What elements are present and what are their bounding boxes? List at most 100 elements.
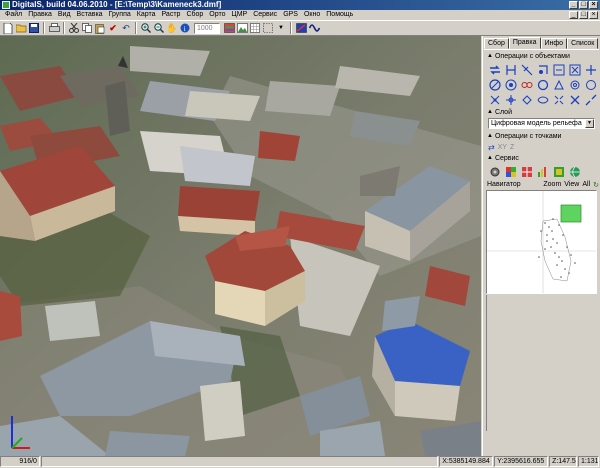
side-panel: Сбор Правка Инфо Список ▲ Операции с объ… (482, 36, 600, 456)
mdi-restore-button[interactable]: □ (579, 11, 588, 19)
menu-ortho[interactable]: Орто (206, 10, 228, 20)
node-move-icon[interactable] (504, 93, 517, 106)
toolbar-separator (290, 22, 292, 34)
zoom-input[interactable]: 1000 (194, 22, 220, 34)
circle-tool-icon[interactable] (488, 78, 501, 91)
join-icon[interactable] (552, 93, 565, 106)
color-grid-icon[interactable] (520, 165, 533, 178)
new-icon[interactable] (2, 22, 14, 34)
rotate-icon[interactable] (536, 63, 549, 76)
node-delete-icon[interactable] (520, 93, 533, 106)
histogram-icon[interactable] (536, 165, 549, 178)
save-icon[interactable] (28, 22, 40, 34)
menu-insert[interactable]: Вставка (74, 10, 106, 20)
merge-icon[interactable] (552, 63, 565, 76)
cut-icon[interactable] (68, 22, 80, 34)
menu-map[interactable]: Карта (134, 10, 159, 20)
layer-section-title[interactable]: ▲ Слой (484, 108, 599, 117)
polygon-icon[interactable] (552, 78, 565, 91)
maximize-button[interactable]: □ (579, 1, 588, 9)
open-icon[interactable] (15, 22, 27, 34)
tab-info[interactable]: Инфо (540, 38, 568, 49)
point-xy-icon[interactable]: XY (498, 144, 507, 151)
tab-collect[interactable]: Сбор (484, 38, 509, 49)
cross-icon[interactable] (568, 93, 581, 106)
svg-text:i: i (184, 25, 186, 33)
status-y-coordinate: Y:2395616.655 (494, 456, 549, 467)
menu-dem[interactable]: ЦМР (229, 10, 251, 20)
menu-window[interactable]: Окно (301, 10, 323, 20)
layer-select[interactable]: Цифровая модель рельефа ▼ (488, 118, 595, 129)
flag-icon[interactable] (295, 22, 307, 34)
square-tool-icon[interactable] (584, 78, 597, 91)
break-icon[interactable] (584, 93, 597, 106)
move-icon[interactable] (488, 63, 501, 76)
node-add-icon[interactable] (488, 93, 501, 106)
gear-icon[interactable] (488, 165, 501, 178)
service-section-title[interactable]: ▲ Сервис (484, 154, 599, 163)
print-icon[interactable] (48, 22, 60, 34)
offset-icon[interactable] (568, 78, 581, 91)
menu-file[interactable]: Файл (2, 10, 25, 20)
mdi-minimize-button[interactable]: _ (569, 11, 578, 19)
reverse-icon[interactable] (536, 93, 549, 106)
menu-service[interactable]: Сервис (250, 10, 280, 20)
tab-edit[interactable]: Правка (508, 37, 541, 49)
status-counter: 916/0 (0, 456, 40, 467)
tab-list[interactable]: Список (567, 38, 599, 49)
menu-help[interactable]: Помощь (323, 10, 356, 20)
select-icon[interactable] (262, 22, 274, 34)
wave-icon[interactable] (308, 22, 320, 34)
collapse-arrow-icon: ▲ (487, 133, 493, 139)
navigator-title: Навигатор (487, 181, 521, 188)
paste-icon[interactable] (94, 22, 106, 34)
zoom-out-icon[interactable] (153, 22, 165, 34)
menu-edit[interactable]: Правка (25, 10, 55, 20)
undo-icon[interactable]: ↶ (120, 22, 132, 34)
objects-section-title[interactable]: ▲ Операции с объектами (484, 52, 599, 61)
status-bar: 916/0 X:5385149.884 Y:2395616.655 Z:147.… (0, 456, 600, 468)
refresh-icon[interactable]: ↻ (593, 181, 599, 189)
overview-outline (540, 218, 572, 282)
3d-scene (0, 36, 481, 456)
menu-bar: Файл Правка Вид Вставка Группа Карта Рас… (0, 10, 600, 20)
3d-viewport[interactable] (0, 36, 481, 456)
dropdown-arrow-icon[interactable]: ▼ (275, 22, 287, 34)
menu-view[interactable]: Вид (55, 10, 74, 20)
info-icon[interactable]: i (179, 22, 191, 34)
points-section-title[interactable]: ▲ Операции с точками (484, 132, 599, 141)
split-icon[interactable] (520, 63, 533, 76)
navigator-map[interactable] (486, 190, 597, 294)
chevron-down-icon[interactable]: ▼ (585, 119, 594, 128)
navigator-view-button[interactable]: View (564, 181, 579, 188)
menu-collect[interactable]: Сбор (183, 10, 206, 20)
check-icon[interactable]: ✔ (107, 22, 119, 34)
scale-icon[interactable] (504, 78, 517, 91)
point-z-icon[interactable]: Z (510, 144, 514, 151)
close-button[interactable]: × (589, 1, 598, 9)
navigator-zoom-button[interactable]: Zoom (543, 181, 561, 188)
expand-icon[interactable] (584, 63, 597, 76)
chain-icon[interactable] (520, 78, 533, 91)
palette-icon[interactable] (504, 165, 517, 178)
ring-icon[interactable] (536, 78, 549, 91)
menu-raster[interactable]: Растр (159, 10, 184, 20)
layers-icon[interactable] (223, 22, 235, 34)
delete-object-icon[interactable] (568, 63, 581, 76)
flag-color-icon[interactable] (552, 165, 565, 178)
menu-group[interactable]: Группа (106, 10, 134, 20)
copy-icon[interactable] (81, 22, 93, 34)
menu-gps[interactable]: GPS (280, 10, 301, 20)
align-icon[interactable] (504, 63, 517, 76)
navigator-view-rectangle[interactable] (560, 204, 582, 223)
image-icon[interactable] (236, 22, 248, 34)
navigator-all-button[interactable]: All (582, 181, 590, 188)
globe-icon[interactable] (568, 165, 581, 178)
move-point-icon[interactable]: ⇄ (488, 143, 495, 152)
overview-points (538, 218, 576, 278)
mdi-close-button[interactable]: × (589, 11, 598, 19)
hand-icon[interactable]: ✋ (166, 22, 178, 34)
grid-icon[interactable] (249, 22, 261, 34)
minimize-button[interactable]: _ (569, 1, 578, 9)
zoom-in-icon[interactable] (140, 22, 152, 34)
